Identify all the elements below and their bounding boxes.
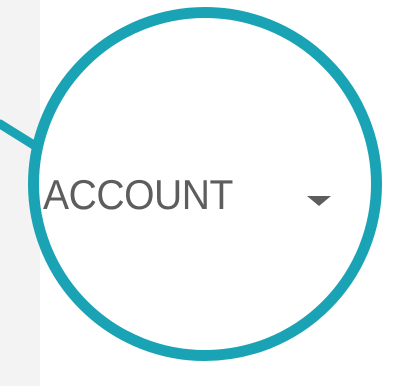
magnifier-callout: ACCOUNT	[28, 7, 382, 361]
chevron-down-icon	[307, 196, 331, 206]
account-menu-button[interactable]: ACCOUNT	[43, 165, 331, 225]
account-menu-label: ACCOUNT	[43, 171, 233, 218]
